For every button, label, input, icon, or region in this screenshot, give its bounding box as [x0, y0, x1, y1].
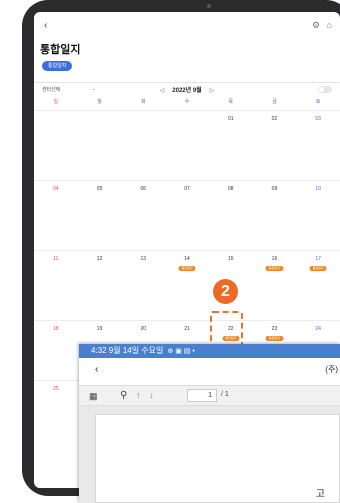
calendar-day-cell[interactable]: 11	[34, 251, 78, 320]
journal-tab-pill[interactable]: 통합일지	[42, 61, 73, 71]
weekday-label: 토	[315, 99, 321, 105]
next-month-icon[interactable]: ▷	[210, 88, 215, 94]
calendar-day-cell[interactable]: 01	[209, 111, 253, 180]
day-number: 04	[53, 186, 59, 192]
page-total: / 1	[221, 391, 229, 398]
day-number: 13	[140, 256, 147, 262]
document-text: 고	[315, 489, 325, 500]
day-number: 19	[96, 326, 103, 332]
calendar-day-cell[interactable]: 17 통합일지	[296, 251, 340, 320]
weekday-label: 수	[184, 99, 190, 105]
prev-month-icon[interactable]: ◁	[160, 88, 165, 94]
calendar-day-cell[interactable]: 09	[253, 181, 297, 250]
step-badge: 2	[213, 279, 238, 304]
day-number: 08	[227, 186, 234, 192]
filter-row: 센터선택 ⌄ ◁ 2022년 9월 ▷	[34, 82, 340, 96]
weekday-header: 일월화수목금토	[34, 98, 340, 108]
day-number: 07	[184, 186, 190, 192]
status-icons: ⊕ ▣ ▤ •	[167, 348, 195, 355]
calendar-day-cell[interactable]: 10	[296, 181, 340, 250]
day-number: 12	[96, 256, 103, 262]
page-title: 통합일지	[40, 44, 81, 56]
calendar-day-cell[interactable]: 16 통합일지	[253, 251, 297, 320]
calendar-day-cell[interactable]: 12	[78, 251, 122, 320]
calendar-day-cell[interactable]: 25	[34, 381, 78, 420]
day-number: 05	[96, 186, 103, 192]
day-number: 24	[315, 326, 321, 332]
weekday-label: 일	[53, 99, 59, 105]
calendar-day-cell[interactable]	[165, 111, 209, 180]
day-number: 16	[271, 256, 278, 262]
month-label: 2022년 9월	[172, 88, 202, 94]
day-number: 03	[315, 116, 321, 122]
calendar-week-row: 11 12 13 14 통합일지 15 16 통합일지 17 통합일지	[34, 250, 340, 320]
back-icon[interactable]: ‹	[44, 20, 47, 31]
day-number: 14	[184, 256, 190, 262]
calendar-day-cell[interactable]	[121, 111, 165, 180]
calendar-day-cell[interactable]: 13	[121, 251, 165, 320]
settings-home-icons[interactable]: ⚙ ⌂	[312, 20, 334, 31]
calendar-day-cell[interactable]: 14 통합일지	[165, 251, 209, 320]
search-icon[interactable]: ⚲	[120, 390, 127, 401]
calendar-day-cell[interactable]	[78, 111, 122, 180]
weekday-label: 목	[228, 99, 234, 105]
back-icon[interactable]: ‹	[95, 364, 98, 375]
calendar-day-cell[interactable]: 08	[209, 181, 253, 250]
calendar-day-cell[interactable]: 02	[253, 111, 297, 180]
status-time-date: 4:32 9월 14일 수요일	[91, 346, 164, 355]
day-number: 01	[227, 116, 234, 122]
camera-icon	[207, 4, 211, 8]
day-number: 09	[271, 186, 278, 192]
day-number: 11	[53, 256, 59, 262]
page-number-input[interactable]: 1	[187, 389, 217, 402]
day-number: 02	[271, 116, 278, 122]
calendar-week-row: 04 05 06 07 08 09 10	[34, 180, 340, 250]
pdf-toolbar: ▦ ⚲ ↑ ↓ 1 / 1	[79, 385, 340, 406]
calendar-day-cell[interactable]: 18	[34, 321, 78, 380]
day-number: 17	[315, 256, 321, 262]
day-number: 18	[53, 326, 59, 332]
company-label: (주)	[325, 365, 338, 374]
journal-tag[interactable]: 통합일지	[265, 266, 283, 271]
calendar-day-cell[interactable]	[34, 111, 78, 180]
journal-tag[interactable]: 통합일지	[265, 336, 283, 341]
weekday-label: 월	[97, 99, 102, 105]
calendar-day-cell[interactable]: 05	[78, 181, 122, 250]
app-header: ‹ ⚙ ⌂	[34, 12, 340, 40]
day-number: 10	[315, 186, 321, 192]
arrow-up-icon[interactable]: ↑	[136, 390, 141, 400]
weekday-label: 금	[272, 99, 277, 105]
status-bar: 4:32 9월 14일 수요일 ⊕ ▣ ▤ •	[79, 344, 340, 358]
document-area: 고	[79, 406, 340, 503]
calendar-week-row: 01 02 03	[34, 110, 340, 180]
day-number: 21	[184, 326, 190, 332]
day-number: 20	[140, 326, 147, 332]
journal-tag[interactable]: 통합일지	[178, 266, 196, 271]
viewer-nav-bar: ‹ (주)	[79, 358, 340, 383]
document-viewer-overlay: 4:32 9월 14일 수요일 ⊕ ▣ ▤ • ‹ (주) ▦ ⚲ ↑ ↓ 1 /…	[79, 344, 340, 503]
thumbnail-grid-icon[interactable]: ▦	[89, 391, 98, 402]
calendar-day-cell[interactable]: 04	[34, 181, 78, 250]
weekday-label: 화	[140, 99, 146, 105]
document-page: 고	[95, 414, 340, 503]
view-toggle[interactable]	[318, 86, 332, 93]
journal-tag[interactable]: 통합일지	[309, 266, 327, 271]
calendar-day-cell[interactable]: 07	[165, 181, 209, 250]
calendar-day-cell[interactable]: 06	[121, 181, 165, 250]
day-number: 23	[271, 326, 278, 332]
arrow-down-icon[interactable]: ↓	[149, 390, 154, 400]
day-number: 25	[53, 386, 59, 392]
month-navigator: ◁ 2022년 9월 ▷	[34, 85, 340, 94]
day-number: 15	[227, 256, 234, 262]
day-number: 06	[140, 186, 147, 192]
calendar-day-cell[interactable]: 03	[296, 111, 340, 180]
